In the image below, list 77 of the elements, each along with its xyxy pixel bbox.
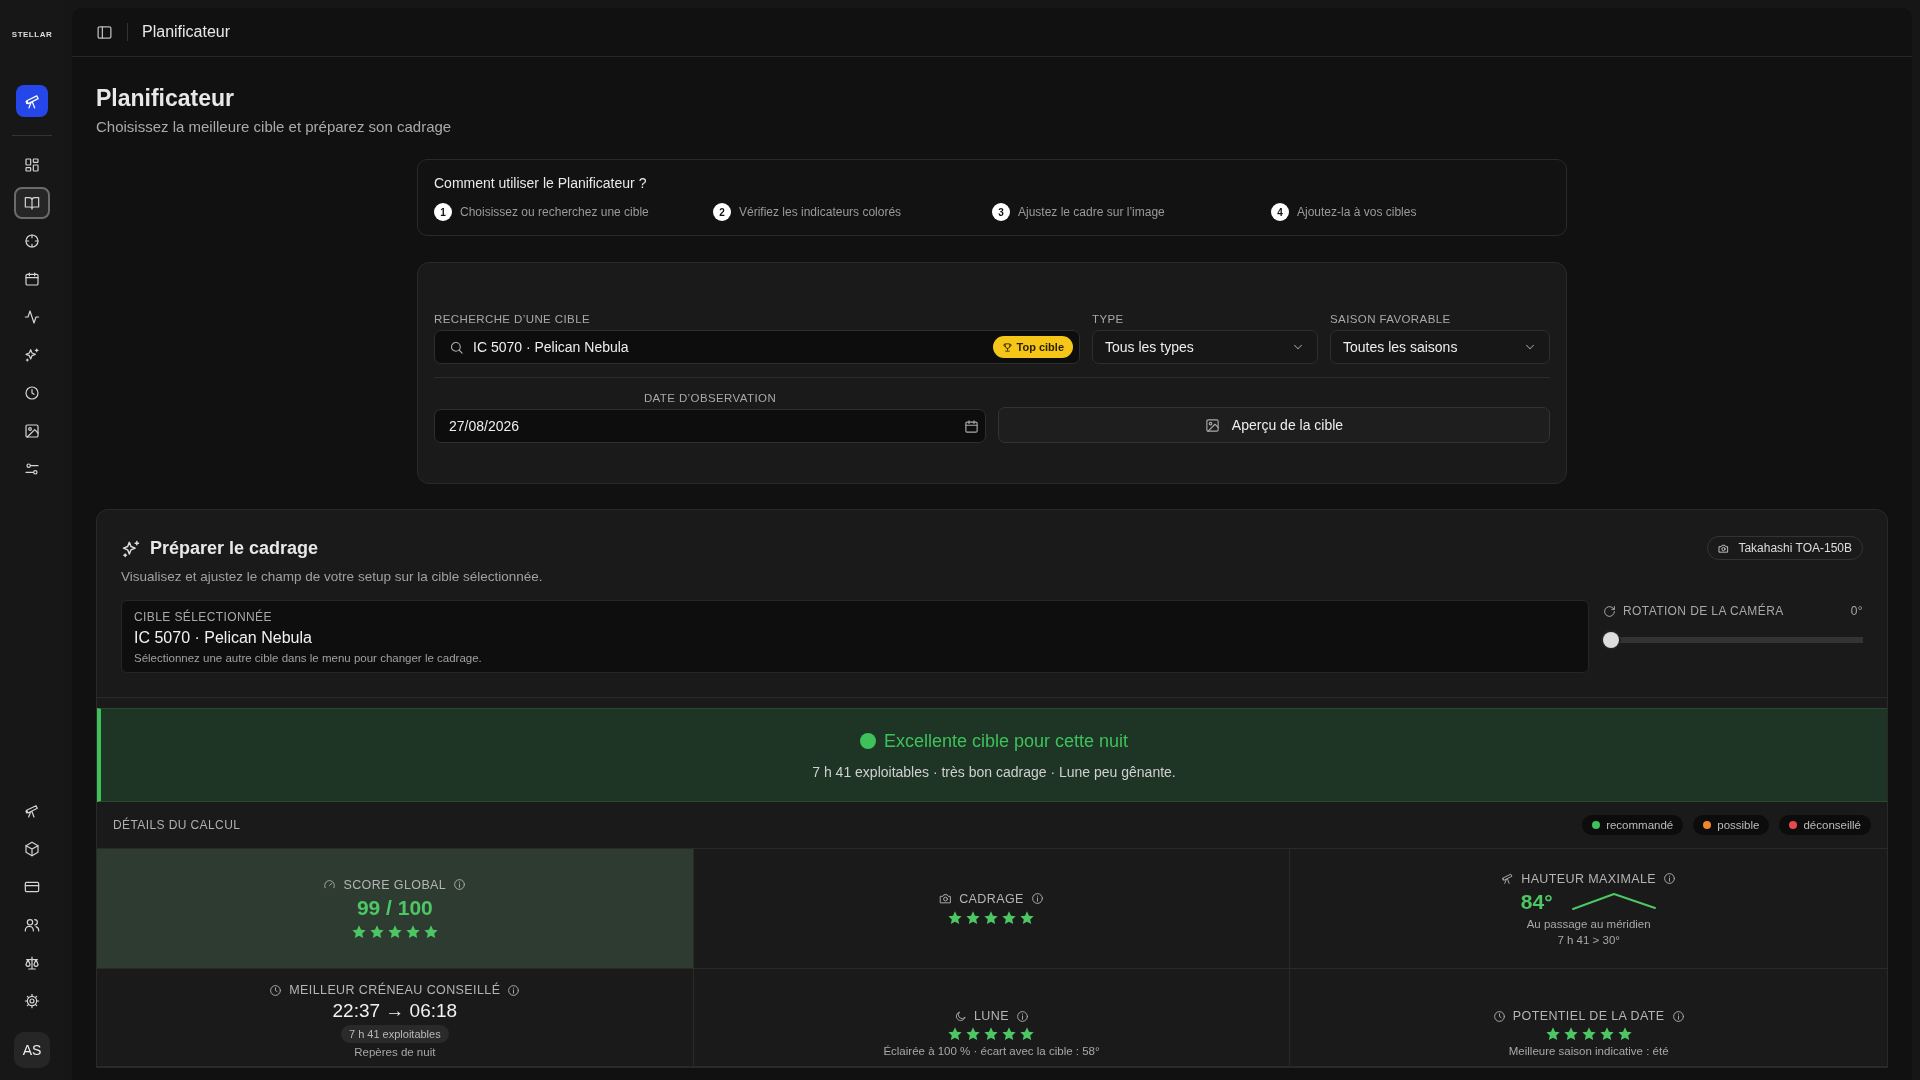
field-label: SAISON FAVORABLE xyxy=(1330,313,1452,325)
legend-chip: déconseillé xyxy=(1779,815,1871,835)
metric-label: MEILLEUR CRÉNEAU CONSEILLÉ xyxy=(289,983,501,997)
info-icon[interactable] xyxy=(1030,892,1044,905)
search-field[interactable]: IC 5070 · Pelican Nebula Top cible xyxy=(434,330,1080,364)
metric-label: LUNE xyxy=(974,1009,1009,1023)
step-text: Ajoutez-la à vos cibles xyxy=(1297,205,1417,219)
date-field[interactable]: 27/08/2026 xyxy=(434,409,986,443)
target-name: IC 5070 · Pelican Nebula xyxy=(134,629,313,647)
info-icon[interactable] xyxy=(1015,1009,1029,1023)
step-number: 1 xyxy=(434,203,452,221)
info-icon[interactable] xyxy=(453,878,467,891)
metric-note: 7 h 41 > 30° xyxy=(1557,933,1620,946)
telescope-icon xyxy=(23,92,41,110)
metric-label: HAUTEUR MAXIMALE xyxy=(1521,871,1657,886)
rotate-icon xyxy=(1603,604,1616,618)
preview-button[interactable]: Aperçu de la cible xyxy=(998,407,1550,443)
book-icon[interactable] xyxy=(14,187,50,219)
clock-icon xyxy=(1492,1009,1506,1023)
logo[interactable]: STELLAR xyxy=(11,30,53,39)
sidebar-toggle-icon[interactable] xyxy=(96,23,113,41)
user-avatar[interactable]: AS xyxy=(14,1032,50,1068)
top-target-badge: Top cible xyxy=(992,336,1073,358)
telescope-button[interactable] xyxy=(16,85,48,117)
duration-pill: 7 h 41 exploitables xyxy=(340,1025,449,1043)
section-subtitle: Visualisez et ajustez le champ de votre setup sur la cible sélectionnée. xyxy=(121,569,543,584)
sparkles-icon xyxy=(121,538,141,559)
step-number: 4 xyxy=(1271,203,1289,221)
info-icon[interactable] xyxy=(1671,1009,1685,1023)
season-dropdown[interactable]: Toutes les saisons xyxy=(1330,330,1550,364)
field-label: DATE D’OBSERVATION xyxy=(643,392,777,404)
image-icon xyxy=(1204,417,1220,433)
metric-note: Au passage au méridien xyxy=(1526,917,1651,930)
breadcrumb-title: Planificateur xyxy=(142,23,231,41)
metric-label: SCORE GLOBAL xyxy=(343,877,447,892)
target-hint: Sélectionnez une autre cible dans le menu pour changer le cadrage. xyxy=(134,652,483,664)
verdict-title: Excellente cible pour cette nuit xyxy=(883,730,1129,752)
telescope-icon xyxy=(1501,872,1515,885)
page-subtitle: Choisissez la meilleure cible et préparez son cadrage xyxy=(96,118,453,135)
legend-chip: recommandé xyxy=(1582,815,1684,835)
trophy-icon xyxy=(1001,341,1013,353)
search-icon xyxy=(449,339,464,355)
gauge-icon xyxy=(323,878,337,891)
details-title: DÉTAILS DU CALCUL xyxy=(113,818,241,832)
help-title: Comment utiliser le Planificateur ? xyxy=(434,175,648,191)
search-value: IC 5070 · Pelican Nebula xyxy=(473,339,630,355)
metric-note: Éclairée à 100 % · écart avec la cible : 58° xyxy=(883,1045,1100,1057)
section-title: Préparer le cadrage xyxy=(150,538,319,559)
legend-chip: possible xyxy=(1693,815,1770,835)
step-text: Choisissez ou recherchez une cible xyxy=(460,205,649,219)
metric-note: Meilleure saison indicative : été xyxy=(1508,1045,1669,1057)
score-value: 99 / 100 xyxy=(356,895,433,920)
rotation-reading: 0° xyxy=(1850,604,1863,618)
clock-icon xyxy=(269,983,283,997)
target-label: CIBLE SÉLECTIONNÉE xyxy=(134,610,273,624)
field-label: RECHERCHE D’UNE CIBLE xyxy=(434,313,591,325)
step-number: 3 xyxy=(992,203,1010,221)
info-icon[interactable] xyxy=(507,983,521,997)
camera-icon xyxy=(939,892,953,905)
step-number: 2 xyxy=(713,203,731,221)
metric-label: POTENTIEL DE LA DATE xyxy=(1512,1009,1665,1023)
rotation-label: ROTATION DE LA CAMÉRA xyxy=(1623,604,1784,618)
step-text: Vérifiez les indicateurs colorés xyxy=(739,205,902,219)
verdict-summary: 7 h 41 exploitables · très bon cadrage · Lune peu gênante. xyxy=(812,763,1176,780)
type-dropdown[interactable]: Tous les types xyxy=(1092,330,1318,364)
field-label: TYPE xyxy=(1092,313,1125,325)
time-window: 22:37 → 06:18 xyxy=(332,1000,458,1022)
page-title: Planificateur xyxy=(96,85,236,112)
slider-thumb[interactable] xyxy=(1603,632,1619,648)
info-icon[interactable] xyxy=(1663,872,1677,885)
calendar-icon[interactable] xyxy=(964,418,979,434)
altitude-value: 84° xyxy=(1520,889,1553,914)
step-text: Ajustez le cadre sur l’image xyxy=(1018,205,1165,219)
moon-icon xyxy=(954,1009,967,1023)
metric-note: Repères de nuit xyxy=(354,1046,436,1058)
camera-icon xyxy=(1718,542,1730,554)
metric-label: CADRAGE xyxy=(959,891,1024,906)
